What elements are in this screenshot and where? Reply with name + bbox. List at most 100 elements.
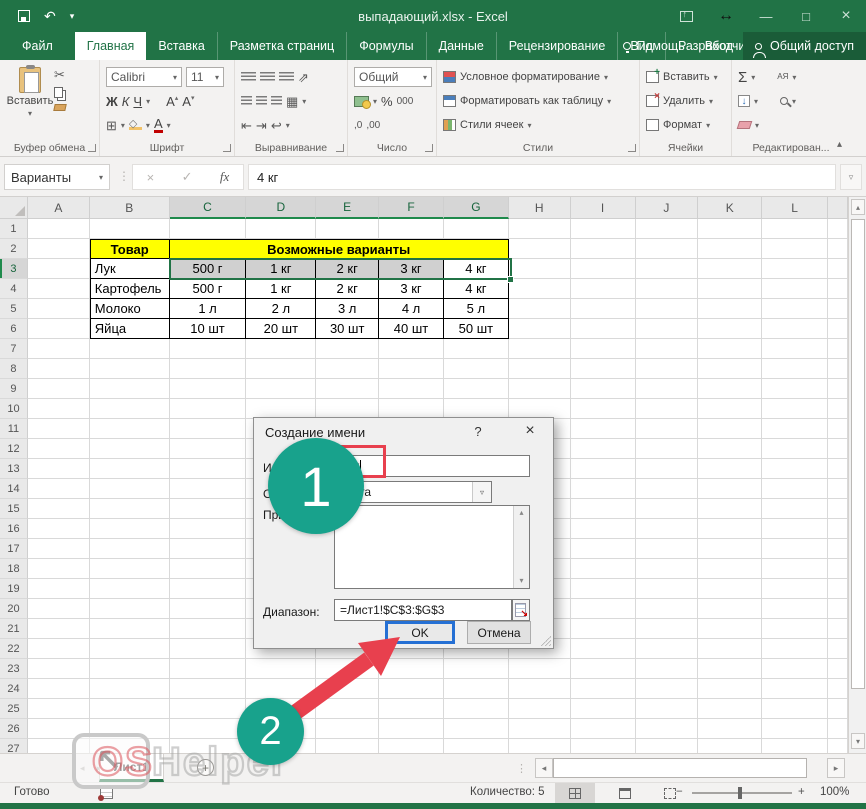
cell-G10[interactable] bbox=[444, 399, 509, 419]
cell-H23[interactable] bbox=[509, 659, 571, 679]
cell-C21[interactable] bbox=[170, 619, 247, 639]
insert-cells-button[interactable]: Вставить ▾ bbox=[646, 65, 727, 89]
comment-scroll-down-icon[interactable]: ▾ bbox=[514, 574, 529, 588]
cell-L19[interactable] bbox=[762, 579, 828, 599]
cell-K8[interactable] bbox=[698, 359, 762, 379]
cell-x10[interactable] bbox=[828, 399, 848, 419]
cell-D5[interactable]: 2 л bbox=[246, 299, 316, 319]
page-break-view-button[interactable] bbox=[650, 783, 690, 803]
cell-B12[interactable] bbox=[90, 439, 170, 459]
cell-I1[interactable] bbox=[571, 219, 636, 239]
shrink-font-button[interactable]: А bbox=[182, 94, 194, 109]
cell-x14[interactable] bbox=[828, 479, 848, 499]
cell-J9[interactable] bbox=[636, 379, 699, 399]
column-header-E[interactable]: E bbox=[316, 197, 379, 219]
format-as-table-button[interactable]: Форматировать как таблицу ▾ bbox=[443, 89, 635, 113]
align-center-icon[interactable] bbox=[256, 96, 267, 107]
cell-C25[interactable] bbox=[170, 699, 247, 719]
expand-formula-bar-icon[interactable]: ▿ bbox=[840, 164, 862, 190]
cell-I3[interactable] bbox=[571, 259, 636, 279]
cell-I19[interactable] bbox=[571, 579, 636, 599]
column-header-partial[interactable] bbox=[828, 197, 848, 219]
cell-D4[interactable]: 1 кг bbox=[246, 279, 316, 299]
decrease-decimal-button[interactable]: ,00 bbox=[366, 120, 380, 131]
cell-K24[interactable] bbox=[698, 679, 762, 699]
cell-C22[interactable] bbox=[170, 639, 247, 659]
cell-E1[interactable] bbox=[316, 219, 379, 239]
cell-L23[interactable] bbox=[762, 659, 828, 679]
cell-K13[interactable] bbox=[698, 459, 762, 479]
tab-Рецензирование[interactable]: Рецензирование bbox=[497, 32, 619, 60]
cell-K17[interactable] bbox=[698, 539, 762, 559]
cell-E27[interactable] bbox=[316, 739, 379, 753]
cell-F6[interactable]: 40 шт bbox=[379, 319, 444, 339]
cell-B22[interactable] bbox=[90, 639, 170, 659]
cell-A8[interactable] bbox=[28, 359, 90, 379]
cell-F27[interactable] bbox=[379, 739, 444, 753]
cell-B11[interactable] bbox=[90, 419, 170, 439]
new-sheet-button[interactable]: + bbox=[197, 759, 214, 776]
cell-K18[interactable] bbox=[698, 559, 762, 579]
cell-A13[interactable] bbox=[28, 459, 90, 479]
font-family-combo[interactable]: Calibri ▾ bbox=[106, 67, 182, 87]
cell-C18[interactable] bbox=[170, 559, 247, 579]
column-header-L[interactable]: L bbox=[762, 197, 828, 219]
cell-K2[interactable] bbox=[698, 239, 762, 259]
column-header-K[interactable]: K bbox=[698, 197, 762, 219]
cell-K4[interactable] bbox=[698, 279, 762, 299]
cell-E25[interactable] bbox=[316, 699, 379, 719]
zoom-slider-track[interactable] bbox=[692, 792, 792, 794]
cell-I22[interactable] bbox=[571, 639, 636, 659]
cell-A18[interactable] bbox=[28, 559, 90, 579]
cell-L16[interactable] bbox=[762, 519, 828, 539]
cell-B5[interactable]: Молоко bbox=[90, 299, 170, 319]
cell-G8[interactable] bbox=[444, 359, 509, 379]
cell-H1[interactable] bbox=[509, 219, 571, 239]
cell-K1[interactable] bbox=[698, 219, 762, 239]
number-format-combo[interactable]: Общий ▾ bbox=[354, 67, 432, 87]
cell-J23[interactable] bbox=[636, 659, 699, 679]
cell-E7[interactable] bbox=[316, 339, 379, 359]
column-header-I[interactable]: I bbox=[571, 197, 636, 219]
cut-icon[interactable]: ✂ bbox=[54, 68, 66, 81]
zoom-in-button[interactable]: + bbox=[798, 786, 805, 798]
cell-L15[interactable] bbox=[762, 499, 828, 519]
vertical-scrollbar[interactable]: ▴ ▾ bbox=[848, 197, 866, 753]
cell-L20[interactable] bbox=[762, 599, 828, 619]
cell-B7[interactable] bbox=[90, 339, 170, 359]
hscroll-right-icon[interactable]: ▸ bbox=[827, 758, 845, 778]
cell-L13[interactable] bbox=[762, 459, 828, 479]
cell-L12[interactable] bbox=[762, 439, 828, 459]
cell-x20[interactable] bbox=[828, 599, 848, 619]
name-field-input[interactable]: Лук bbox=[334, 455, 530, 477]
cell-B20[interactable] bbox=[90, 599, 170, 619]
cell-A9[interactable] bbox=[28, 379, 90, 399]
cell-x24[interactable] bbox=[828, 679, 848, 699]
cell-D8[interactable] bbox=[246, 359, 316, 379]
tab-Формулы[interactable]: Формулы bbox=[347, 32, 426, 60]
cell-E8[interactable] bbox=[316, 359, 379, 379]
cell-I9[interactable] bbox=[571, 379, 636, 399]
cell-H7[interactable] bbox=[509, 339, 571, 359]
sheet-tab-list1[interactable]: Лист1 bbox=[99, 754, 164, 782]
clear-dropdown-icon[interactable]: ▾ bbox=[755, 121, 759, 130]
cell-x19[interactable] bbox=[828, 579, 848, 599]
dialog-help-button[interactable]: ? bbox=[469, 424, 487, 442]
number-dialog-launcher-icon[interactable] bbox=[425, 144, 433, 152]
row-header-6[interactable]: 6 bbox=[0, 319, 28, 339]
underline-button[interactable]: Ч bbox=[133, 94, 142, 109]
cell-K5[interactable] bbox=[698, 299, 762, 319]
row-header-8[interactable]: 8 bbox=[0, 359, 28, 379]
ribbon-display-options-button[interactable] bbox=[666, 0, 706, 32]
cell-E5[interactable]: 3 л bbox=[316, 299, 379, 319]
cell-H8[interactable] bbox=[509, 359, 571, 379]
cell-K10[interactable] bbox=[698, 399, 762, 419]
cell-C3[interactable]: 500 г bbox=[170, 259, 247, 279]
cell-F7[interactable] bbox=[379, 339, 444, 359]
delete-cells-button[interactable]: Удалить ▾ bbox=[646, 89, 727, 113]
cell-J14[interactable] bbox=[636, 479, 699, 499]
wrap-text-icon[interactable]: ↩ bbox=[271, 119, 282, 132]
cell-I8[interactable] bbox=[571, 359, 636, 379]
cell-A4[interactable] bbox=[28, 279, 90, 299]
cell-I12[interactable] bbox=[571, 439, 636, 459]
